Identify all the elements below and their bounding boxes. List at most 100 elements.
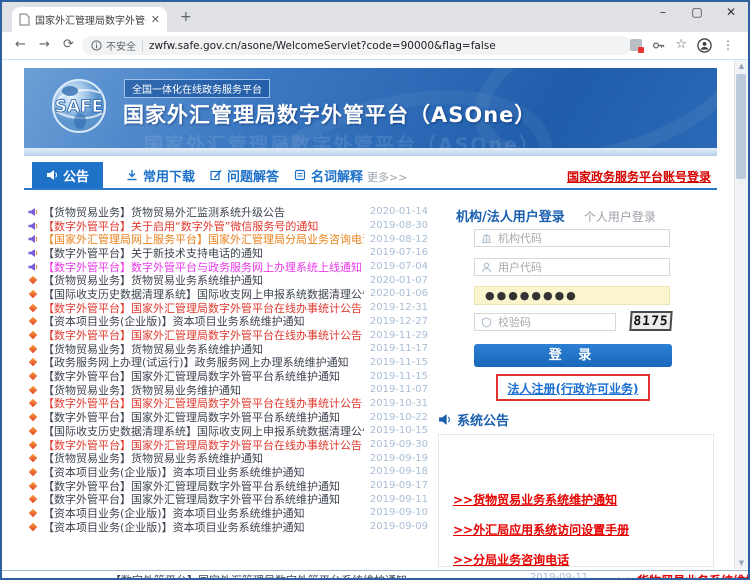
announcement-title[interactable]: 【数字外管平台】关于新技术支持电话的通知 <box>43 246 364 260</box>
tab-close-icon[interactable]: ✕ <box>151 13 160 26</box>
announcement-title[interactable]: 【货物贸易业务】货物贸易业务系统维护通知 <box>43 273 364 287</box>
announcement-row[interactable]: 【数字外管平台】国家外汇管理局数字外管平台系统维护通知2019-09-11 <box>28 492 428 506</box>
announcement-row[interactable]: 【资本项目业务(企业版)】资本项目业务系统维护通知2019-12-27 <box>28 315 428 329</box>
org-code-input[interactable]: 机构代码 <box>474 229 670 247</box>
announcement-title[interactable]: 【国家外汇管理局网上服务平台】国家外汇管理局分局业务咨询电话 <box>43 232 364 246</box>
announcement-row[interactable]: 【货物贸易业务】货物贸易业务系统维护通知2019-11-17 <box>28 342 428 356</box>
captcha-placeholder: 校验码 <box>498 314 531 330</box>
announcement-title[interactable]: 【数字外管平台】关于启用“数字外管”微信服务号的通知 <box>43 219 364 233</box>
diamond-icon <box>28 510 43 516</box>
announcement-date: 2019-11-15 <box>364 357 428 368</box>
scroll-up-icon[interactable]: ▲ <box>735 62 748 70</box>
announcement-date: 2019-11-29 <box>364 330 428 341</box>
user-code-input[interactable]: 用户代码 <box>474 258 670 276</box>
info-icon[interactable] <box>91 40 102 51</box>
announcement-row[interactable]: 【数字外管平台】关于新技术支持电话的通知2019-07-16 <box>28 246 428 260</box>
announcement-row[interactable]: 【资本项目业务(企业版)】资本项目业务系统维护通知2019-09-18 <box>28 465 428 479</box>
new-tab-button[interactable]: + <box>180 9 192 25</box>
system-notice-link[interactable]: >>外汇局应用系统访问设置手册 <box>453 521 713 538</box>
login-button[interactable]: 登 录 <box>474 344 672 367</box>
window-close-button[interactable]: ✕ <box>724 5 738 19</box>
announcement-title[interactable]: 【资本项目业务(企业版)】资本项目业务系统维护通知 <box>43 520 364 534</box>
more-link[interactable]: 更多>> <box>367 169 407 185</box>
announcement-row[interactable]: 【数字外管平台】国家外汇管理局数字外管平台在线办事统计公告2019-09-30 <box>28 438 428 452</box>
announcement-row[interactable]: 【资本项目业务(企业版)】资本项目业务系统维护通知2019-09-10 <box>28 506 428 520</box>
announcement-row[interactable]: 【资本项目业务(企业版)】资本项目业务系统维护通知2019-09-09 <box>28 520 428 534</box>
announcement-row[interactable]: 【货物贸易业务】货物贸易业务系统维护通知2019-09-19 <box>28 451 428 465</box>
announcement-row[interactable]: 【国家外汇管理局网上服务平台】国家外汇管理局分局业务咨询电话2019-08-12 <box>28 232 428 246</box>
announcement-row[interactable]: 【数字外管平台】国家外汇管理局数字外管平台在线办事统计公告2019-11-29 <box>28 328 428 342</box>
announcement-title[interactable]: 【数字外管平台】国家外汇管理局数字外管平台系统维护通知 <box>43 479 364 493</box>
announcement-title[interactable]: 【资本项目业务(企业版)】资本项目业务系统维护通知 <box>43 506 364 520</box>
announcement-row[interactable]: 【国际收支历史数据清理系统】国际收支网上申报系统数据清理公告2020-01-06 <box>28 287 428 301</box>
announcement-title[interactable]: 【货物贸易业务】货物贸易业务维护通知 <box>43 383 364 397</box>
extension-badge-icon[interactable] <box>630 39 642 51</box>
announcement-title[interactable]: 【数字外管平台】国家外汇管理局数字外管平台系统维护通知 <box>43 369 364 383</box>
announcement-date: 2019-09-17 <box>364 480 428 491</box>
diamond-icon <box>28 373 43 379</box>
download-icon <box>126 169 138 181</box>
announcement-title[interactable]: 【资本项目业务(企业版)】资本项目业务系统维护通知 <box>43 315 364 329</box>
announcement-row[interactable]: 【数字外管平台】国家外汇管理局数字外管平台系统维护通知2019-09-17 <box>28 479 428 493</box>
announcement-row[interactable]: 【国际收支历史数据清理系统】国际收支网上申报系统数据清理公告2019-10-15 <box>28 424 428 438</box>
announcement-title[interactable]: 【数字外管平台】数字外管平台与政务服务网上办理系统上线通知 <box>43 260 364 274</box>
system-notice-link[interactable]: >>货物贸易业务系统维护通知 <box>453 491 713 508</box>
announcement-title[interactable]: 【货物贸易业务】货物贸易业务系统维护通知 <box>43 451 364 465</box>
captcha-input[interactable]: 校验码 <box>474 313 616 331</box>
announcement-row[interactable]: 【货物贸易业务】货物贸易外汇监测系统升级公告2020-01-14 <box>28 205 428 219</box>
announcement-title[interactable]: 【数字外管平台】国家外汇管理局数字外管平台在线办事统计公告 <box>43 438 364 452</box>
announcement-title[interactable]: 【数字外管平台】国家外汇管理局数字外管平台在线办事统计公告 <box>43 397 364 411</box>
bookmark-star-icon[interactable]: ☆ <box>675 39 687 51</box>
tab-faq[interactable]: 问题解答 <box>210 162 279 188</box>
reload-icon[interactable]: ⟳ <box>63 37 74 52</box>
announcement-row[interactable]: 【数字外管平台】关于启用“数字外管”微信服务号的通知2019-08-30 <box>28 219 428 233</box>
scroll-down-icon[interactable]: ▼ <box>735 559 748 567</box>
announcement-date: 2019-09-10 <box>364 507 428 518</box>
announcement-date: 2019-09-11 <box>364 494 428 505</box>
key-icon[interactable] <box>652 39 665 52</box>
announcement-title[interactable]: 【货物贸易业务】货物贸易业务系统维护通知 <box>43 342 364 356</box>
legal-person-register-link[interactable]: 法人注册(行政许可业务) <box>508 382 639 396</box>
address-bar[interactable]: 不安全 zwfw.safe.gov.cn/asone/WelcomeServle… <box>82 36 632 55</box>
browser-tab[interactable]: 国家外汇管理局数字外管平台 (/ ✕ <box>12 7 167 32</box>
announcement-title[interactable]: 【数字外管平台】国家外汇管理局数字外管平台系统维护通知 <box>43 492 364 506</box>
tab-personal-login[interactable]: 个人用户登录 <box>584 210 656 224</box>
announcement-title[interactable]: 【国际收支历史数据清理系统】国际收支网上申报系统数据清理公告 <box>43 287 364 301</box>
announcement-title[interactable]: 【资本项目业务(企业版)】资本项目业务系统维护通知 <box>43 465 364 479</box>
system-notice-link[interactable]: >>分局业务咨询电话 <box>453 551 713 568</box>
url-divider <box>142 40 143 52</box>
announcement-title[interactable]: 【数字外管平台】国家外汇管理局数字外管平台在线办事统计公告 <box>43 301 364 315</box>
gov-platform-login-link[interactable]: 国家政务服务平台账号登录 <box>567 168 711 185</box>
tab-org-login[interactable]: 机构/法人用户登录 <box>456 210 565 225</box>
announcement-title[interactable]: 【政务服务网上办理(试运行)】政务服务网上办理系统维护通知 <box>43 356 364 370</box>
announcement-row[interactable]: 【数字外管平台】国家外汇管理局数字外管平台在线办事统计公告2019-10-31 <box>28 397 428 411</box>
horn-icon <box>28 207 38 217</box>
svg-text:SAFE: SAFE <box>55 97 104 117</box>
window-maximize-button[interactable]: ▢ <box>690 5 704 19</box>
announcement-row[interactable]: 【数字外管平台】数字外管平台与政务服务网上办理系统上线通知2019-07-04 <box>28 260 428 274</box>
announcement-row[interactable]: 【数字外管平台】国家外汇管理局数字外管平台系统维护通知2019-10-22 <box>28 410 428 424</box>
scrollbar-thumb[interactable] <box>736 74 746 179</box>
announcement-title[interactable]: 【货物贸易业务】货物贸易外汇监测系统升级公告 <box>43 205 364 219</box>
announcement-row[interactable]: 【货物贸易业务】货物贸易业务维护通知2019-11-07 <box>28 383 428 397</box>
announcement-row[interactable]: 【政务服务网上办理(试运行)】政务服务网上办理系统维护通知2019-11-15 <box>28 356 428 370</box>
profile-icon[interactable] <box>697 38 712 53</box>
tab-glossary[interactable]: 名词解释 <box>294 162 363 188</box>
announcement-title[interactable]: 【数字外管平台】国家外汇管理局数字外管平台系统维护通知 <box>43 410 364 424</box>
announcement-title[interactable]: 【数字外管平台】国家外汇管理局数字外管平台在线办事统计公告 <box>43 328 364 342</box>
announcement-title[interactable]: 【国际收支历史数据清理系统】国际收支网上申报系统数据清理公告 <box>43 424 364 438</box>
captcha-image[interactable]: 8175 <box>629 311 672 331</box>
window-minimize-button[interactable]: – <box>656 5 670 19</box>
back-icon[interactable]: ← <box>15 37 26 52</box>
forward-icon[interactable]: → <box>39 37 50 52</box>
tab-announcements[interactable]: 公告 <box>32 162 103 188</box>
url-text[interactable]: zwfw.safe.gov.cn/asone/WelcomeServlet?co… <box>149 40 496 52</box>
announcement-row[interactable]: 【货物贸易业务】货物贸易业务系统维护通知2020-01-07 <box>28 273 428 287</box>
diamond-icon <box>28 442 43 448</box>
announcement-row[interactable]: 【数字外管平台】国家外汇管理局数字外管平台系统维护通知2019-11-15 <box>28 369 428 383</box>
browser-menu-icon[interactable]: ⋮ <box>722 39 734 51</box>
password-input[interactable]: ●●●●●●●● <box>474 286 670 305</box>
tab-downloads[interactable]: 常用下载 <box>126 162 195 188</box>
page-scrollbar[interactable]: ▲ ▼ <box>734 60 748 569</box>
announcement-row[interactable]: 【数字外管平台】国家外汇管理局数字外管平台在线办事统计公告2019-12-31 <box>28 301 428 315</box>
